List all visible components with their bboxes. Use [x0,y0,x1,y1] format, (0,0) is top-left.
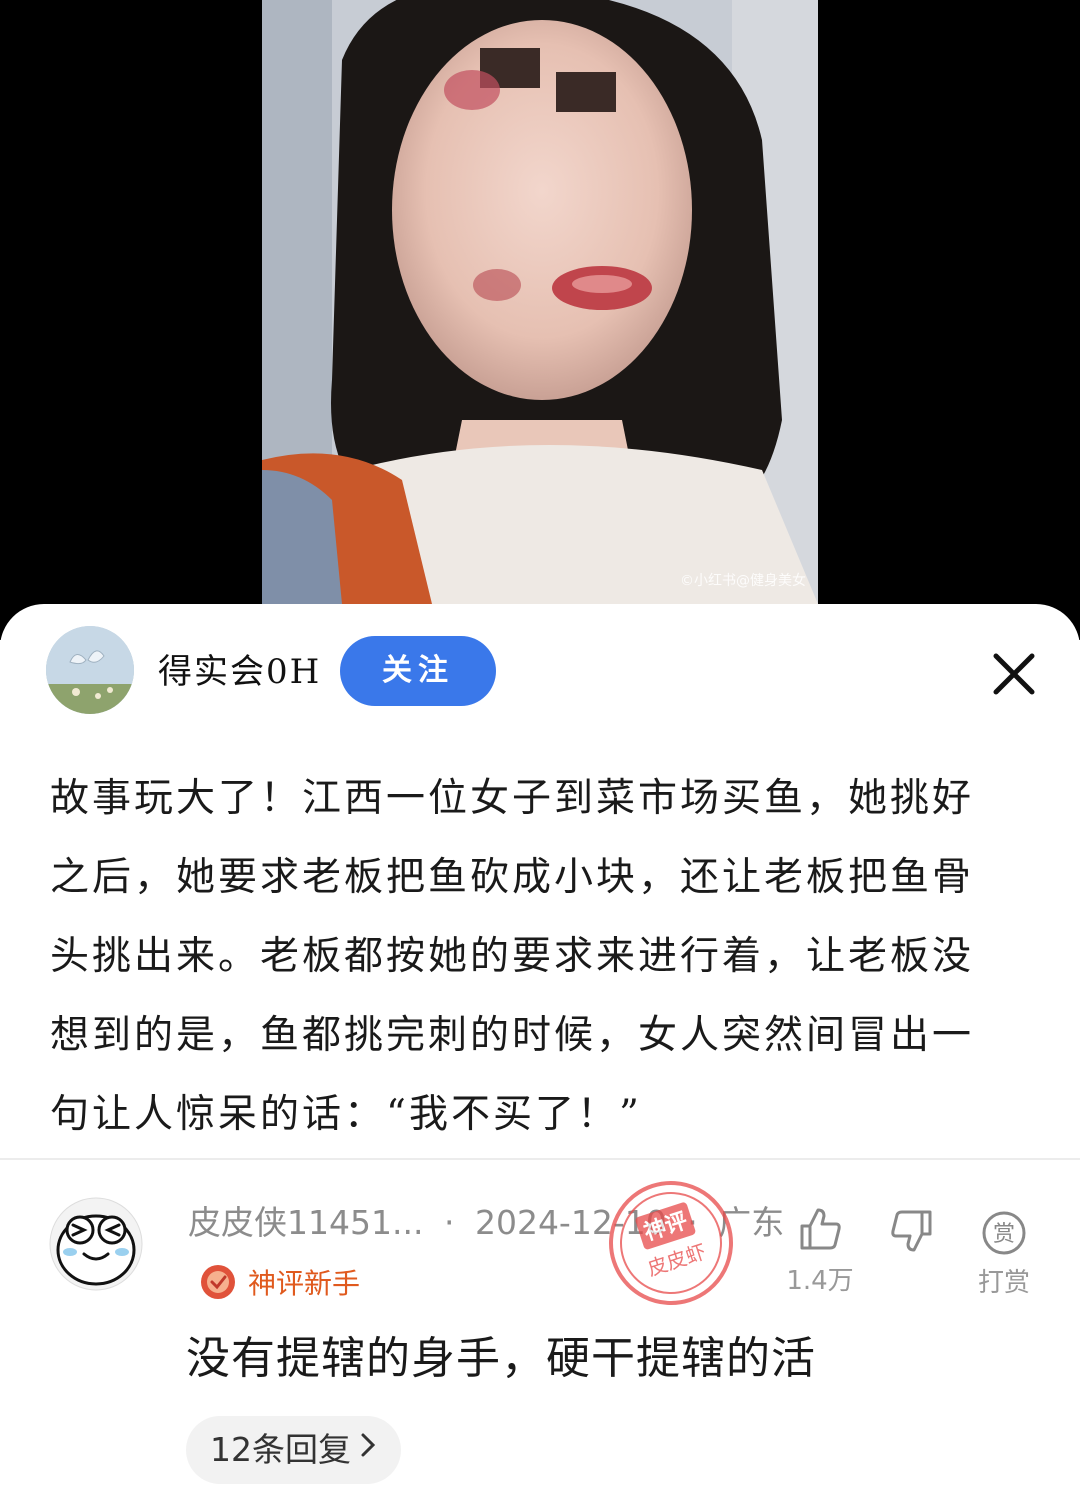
video-area[interactable]: ©小红书@健身美女 [0,0,1080,640]
post-text-line: 句让人惊呆的话：“我不买了！” [50,1092,642,1137]
reward-button[interactable]: 赏 打赏 [966,1210,1042,1299]
laughing-face-avatar-icon [49,1197,143,1291]
dislike-button[interactable] [876,1206,948,1258]
meta-separator: · [443,1203,455,1242]
thumbs-up-icon [800,1208,841,1250]
divider [0,1158,1080,1160]
author-name[interactable]: 得实会0H [158,644,321,693]
reward-icon-char: 赏 [993,1222,1015,1247]
post-text-line: 之后，她要求老板把鱼砍成小块，还让老板把鱼骨 [50,855,975,900]
avatar-image [46,626,134,714]
close-button[interactable] [990,650,1038,698]
view-replies-button[interactable]: 12条回复 [186,1416,401,1484]
post-text-line: 头挑出来。老板都按她的要求来进行着，让老板没 [50,934,975,979]
like-button[interactable]: 1.4万 [780,1206,860,1297]
follow-button[interactable]: 关注 [340,636,496,706]
commenter-avatar[interactable] [48,1196,144,1292]
badge-label: 神评新手 [248,1267,361,1300]
video-frame[interactable]: ©小红书@健身美女 [262,0,818,604]
post-text-line: 想到的是，鱼都挑完刺的时候，女人突然间冒出一 [50,1013,975,1058]
badge-medal-icon [201,1265,235,1299]
video-watermark: ©小红书@健身美女 [680,573,806,589]
like-count: 1.4万 [786,1266,854,1296]
commenter-username[interactable]: 皮皮侠11451... [188,1203,423,1242]
close-icon [993,653,1035,695]
post-card: 得实会0H 关注 故事玩大了！江西一位女子到菜市场买鱼，她挑好 之后，她要求老板… [0,604,1080,1160]
thumbs-down-icon [891,1210,932,1252]
post-text-line: 故事玩大了！江西一位女子到菜市场买鱼，她挑好 [50,776,975,821]
author-avatar[interactable] [46,626,134,714]
comment-text: 没有提辖的身手，硬干提辖的活 [186,1333,816,1384]
chevron-right-icon [359,1416,377,1484]
stamp-top-text: 神评 [641,1208,691,1246]
stamp-seal: 神评 皮皮虾 [609,1181,733,1305]
reward-label: 打赏 [977,1268,1030,1298]
video-thumbnail [262,0,818,604]
replies-label: 12条回复 [210,1430,351,1469]
commenter-badge[interactable]: 神评新手 [198,1262,360,1302]
post-text: 故事玩大了！江西一位女子到菜市场买鱼，她挑好 之后，她要求老板把鱼砍成小块，还让… [50,759,1040,1154]
reward-icon: 赏 [982,1211,1026,1255]
